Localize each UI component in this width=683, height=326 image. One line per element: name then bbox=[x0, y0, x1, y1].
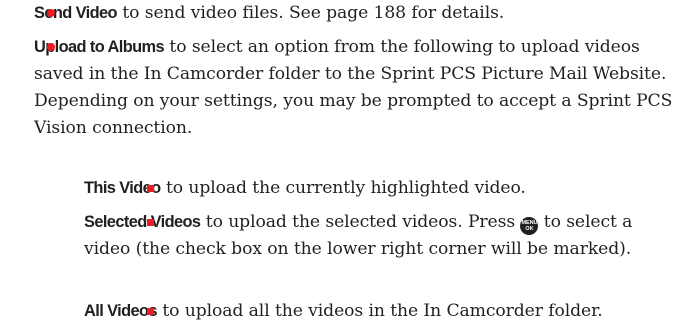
square-bullet-icon bbox=[147, 219, 154, 226]
menu-ok-key-icon: MENU OK bbox=[520, 217, 539, 235]
term-selected-videos: Selected Videos bbox=[84, 213, 201, 231]
sub-item-selected-videos: Selected Videos to upload the selected v… bbox=[84, 209, 674, 263]
bullet-icon bbox=[47, 9, 55, 17]
manual-page: Send Video to send video files. See page… bbox=[0, 0, 683, 326]
bullet-icon bbox=[47, 43, 55, 51]
item-text: to send video files. See page 188 for de… bbox=[116, 3, 505, 23]
item-text: to upload the currently highlighted vide… bbox=[160, 178, 526, 198]
sub-item-this-video: This Video to upload the currently highl… bbox=[84, 175, 674, 202]
sub-item-all-videos: All Videos to upload all the videos in t… bbox=[84, 298, 674, 325]
square-bullet-icon bbox=[147, 185, 154, 192]
square-bullet-icon bbox=[147, 308, 154, 315]
list-item-send-video: Send Video to send video files. See page… bbox=[34, 0, 674, 27]
item-text: to upload all the videos in the In Camco… bbox=[156, 301, 603, 321]
term-all-videos: All Videos bbox=[84, 302, 158, 320]
list-item-upload-to-albums: Upload to Albums to select an option fro… bbox=[34, 34, 674, 142]
item-text-before: to upload the selected videos. Press bbox=[200, 212, 521, 232]
